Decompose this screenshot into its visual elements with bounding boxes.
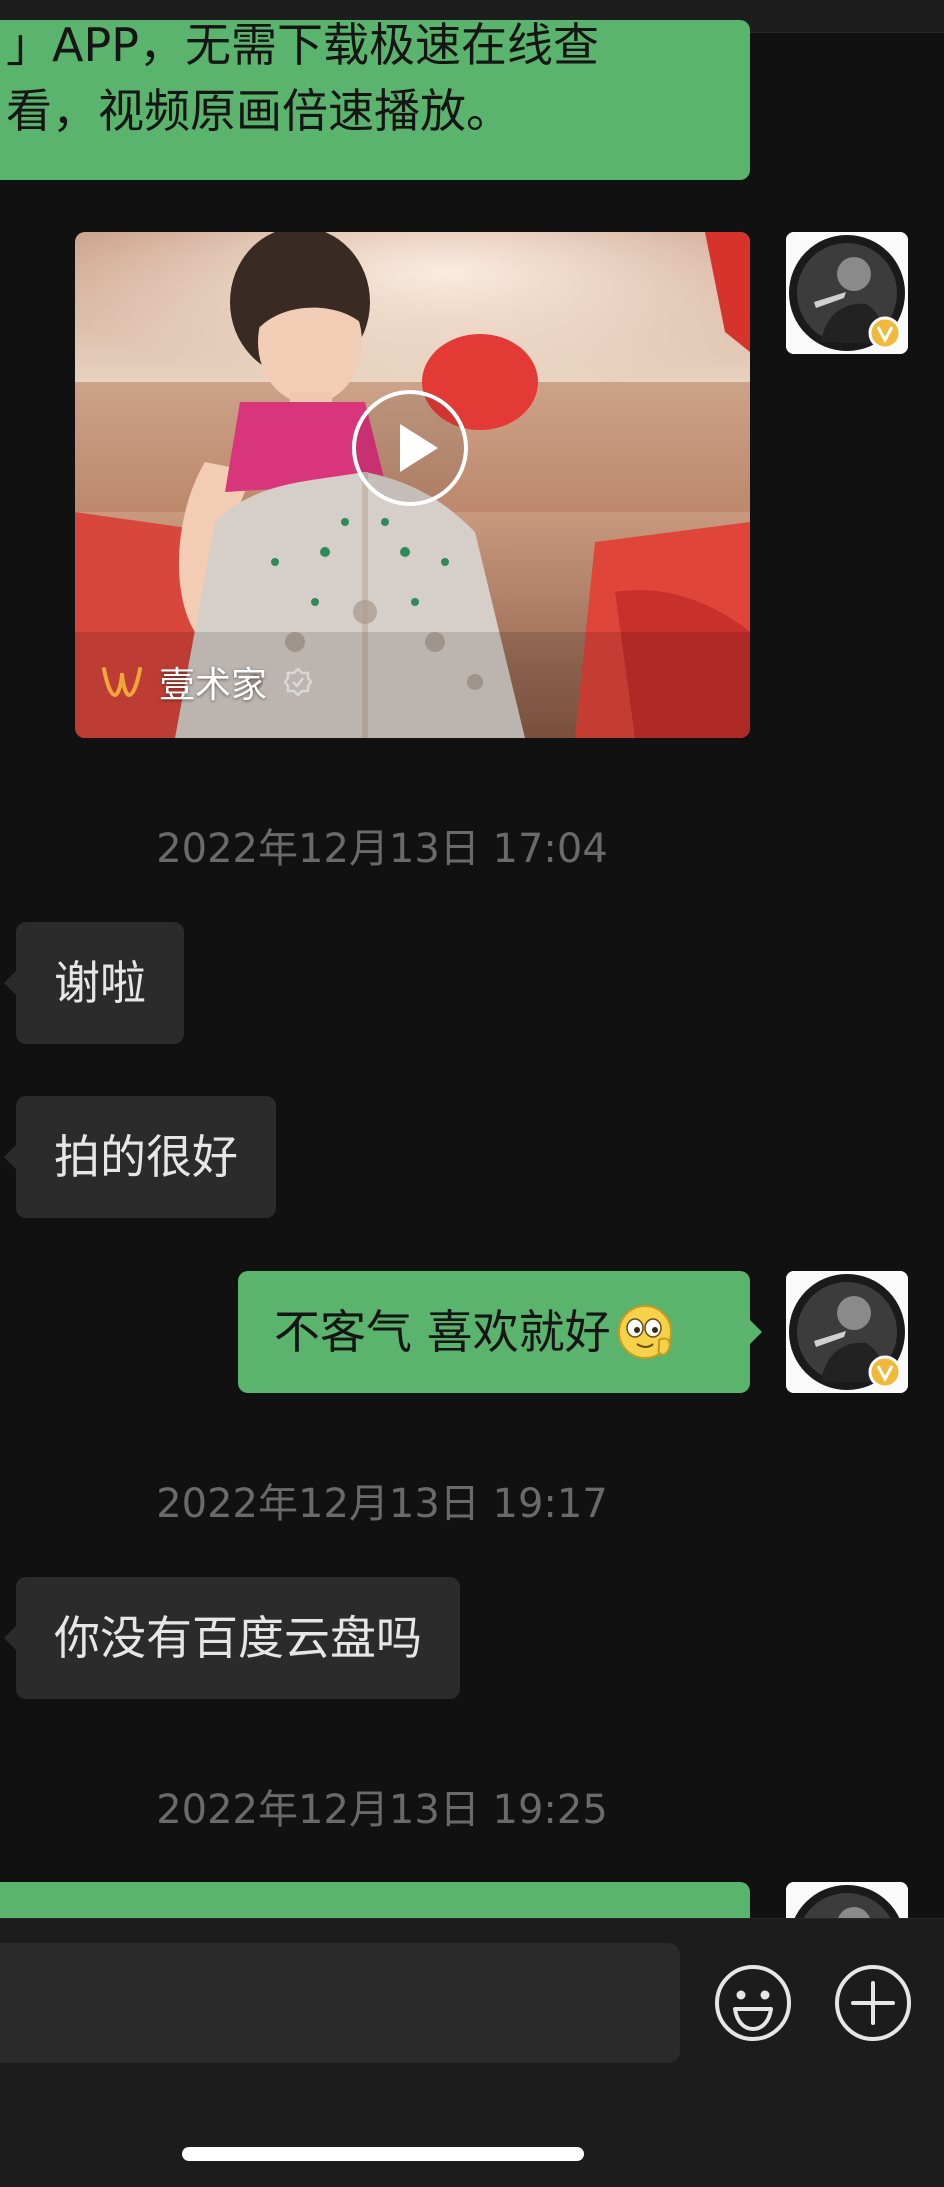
play-icon[interactable] — [352, 390, 468, 506]
home-indicator[interactable] — [182, 2147, 584, 2161]
smirk-emoji-icon — [617, 1305, 672, 1359]
timestamp: 2022年12月13日 17:04 — [156, 826, 608, 872]
verified-icon — [283, 667, 313, 697]
chat-input-bar — [0, 1918, 944, 2187]
verified-badge-icon — [868, 316, 902, 350]
outgoing-text-bubble[interactable]: 」APP，无需下载极速在线查 看，视频原画倍速播放。 — [0, 20, 750, 180]
channel-name: 壹术家 — [159, 665, 268, 706]
smile-face-icon[interactable] — [713, 1963, 793, 2043]
incoming-text-bubble[interactable]: 谢啦 — [4, 922, 184, 1044]
my-avatar[interactable] — [786, 1271, 908, 1393]
chat-screen: 」APP，无需下载极速在线查 看，视频原画倍速播放。 壹术家 2022年12月1… — [0, 0, 944, 2187]
message-line: 看，视频原画倍速播放。 — [6, 84, 512, 138]
incoming-text-bubble[interactable]: 拍的很好 — [4, 1096, 276, 1218]
outgoing-text-bubble[interactable]: 不客气 喜欢就好 — [238, 1271, 762, 1393]
message-line: 」APP，无需下载极速在线查 — [6, 20, 599, 72]
timestamp: 2022年12月13日 19:17 — [156, 1481, 608, 1527]
avatar-image — [786, 1271, 908, 1393]
my-avatar[interactable] — [786, 232, 908, 354]
channel-logo-icon — [102, 667, 142, 698]
timestamp: 2022年12月13日 19:25 — [156, 1787, 608, 1833]
plus-circle-icon[interactable] — [833, 1963, 913, 2043]
message-input[interactable] — [0, 1943, 680, 2063]
verified-badge-icon — [868, 1355, 902, 1389]
incoming-text-bubble[interactable]: 你没有百度云盘吗 — [4, 1577, 460, 1699]
video-message-card[interactable]: 壹术家 — [75, 232, 750, 738]
message-text: 不客气 喜欢就好 — [274, 1305, 611, 1359]
avatar-image — [786, 232, 908, 354]
video-source: 壹术家 — [101, 660, 313, 706]
